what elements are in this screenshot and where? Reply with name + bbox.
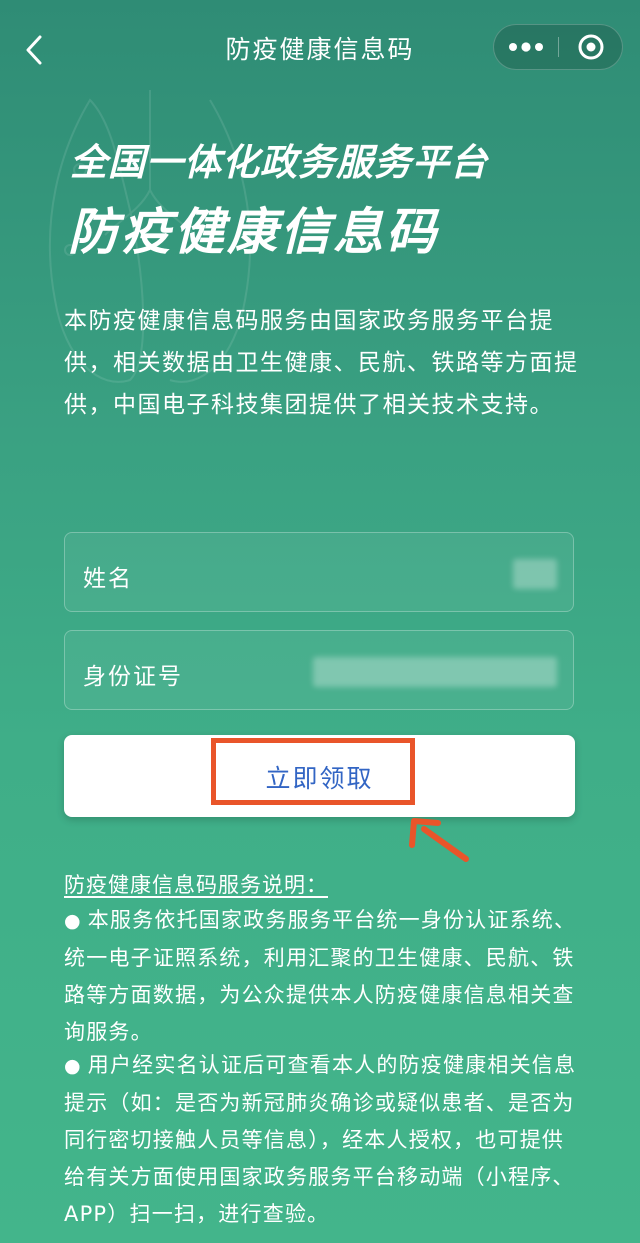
bullet-icon: ●	[64, 910, 82, 932]
annotation-arrow-icon	[409, 818, 469, 862]
service-notes-title: 防疫健康信息码服务说明：	[64, 873, 328, 897]
service-note: ● 用户经实名认证后可查看本人的防疫健康相关信息提示（如：是否为新冠肺炎确诊或疑似…	[64, 1047, 584, 1233]
name-label: 姓名	[83, 566, 133, 592]
service-note-text: 用户经实名认证后可查看本人的防疫健康相关信息提示（如：是否为新冠肺炎确诊或疑似患…	[64, 1053, 577, 1226]
bullet-icon: ●	[64, 1055, 82, 1077]
service-note-text: 本服务依托国家政务服务平台统一身份认证系统、统一电子证照系统，利用汇聚的卫生健康…	[64, 908, 577, 1044]
name-field[interactable]: 姓名	[64, 532, 574, 612]
platform-heading: 全国一体化政务服务平台	[70, 141, 488, 184]
name-value-redacted	[513, 559, 557, 589]
id-number-field[interactable]: 身份证号	[64, 630, 574, 710]
id-number-value-redacted	[313, 657, 557, 687]
claim-now-label: 立即领取	[265, 764, 374, 793]
more-button[interactable]	[494, 25, 558, 69]
target-close-icon	[578, 34, 604, 60]
service-note: ● 本服务依托国家政务服务平台统一身份认证系统、统一电子证照系统，利用汇聚的卫生健…	[64, 902, 584, 1051]
mini-program-capsule	[493, 24, 623, 70]
id-number-label: 身份证号	[83, 664, 183, 690]
more-dots-icon	[509, 42, 543, 52]
intro-text: 本防疫健康信息码服务由国家政务服务平台提供，相关数据由卫生健康、民航、铁路等方面…	[64, 308, 579, 418]
top-navigation-bar: 防疫健康信息码	[0, 0, 640, 96]
service-heading: 防疫健康信息码	[68, 203, 439, 261]
claim-now-button[interactable]: 立即领取	[64, 735, 575, 817]
close-button[interactable]	[559, 25, 623, 69]
